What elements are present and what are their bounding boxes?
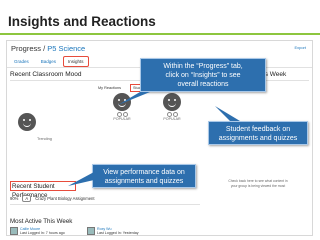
arrow-performance [68,172,94,186]
arrow-feedback [215,106,240,121]
callout-arrows [68,92,240,186]
arrow-insights [118,92,150,105]
